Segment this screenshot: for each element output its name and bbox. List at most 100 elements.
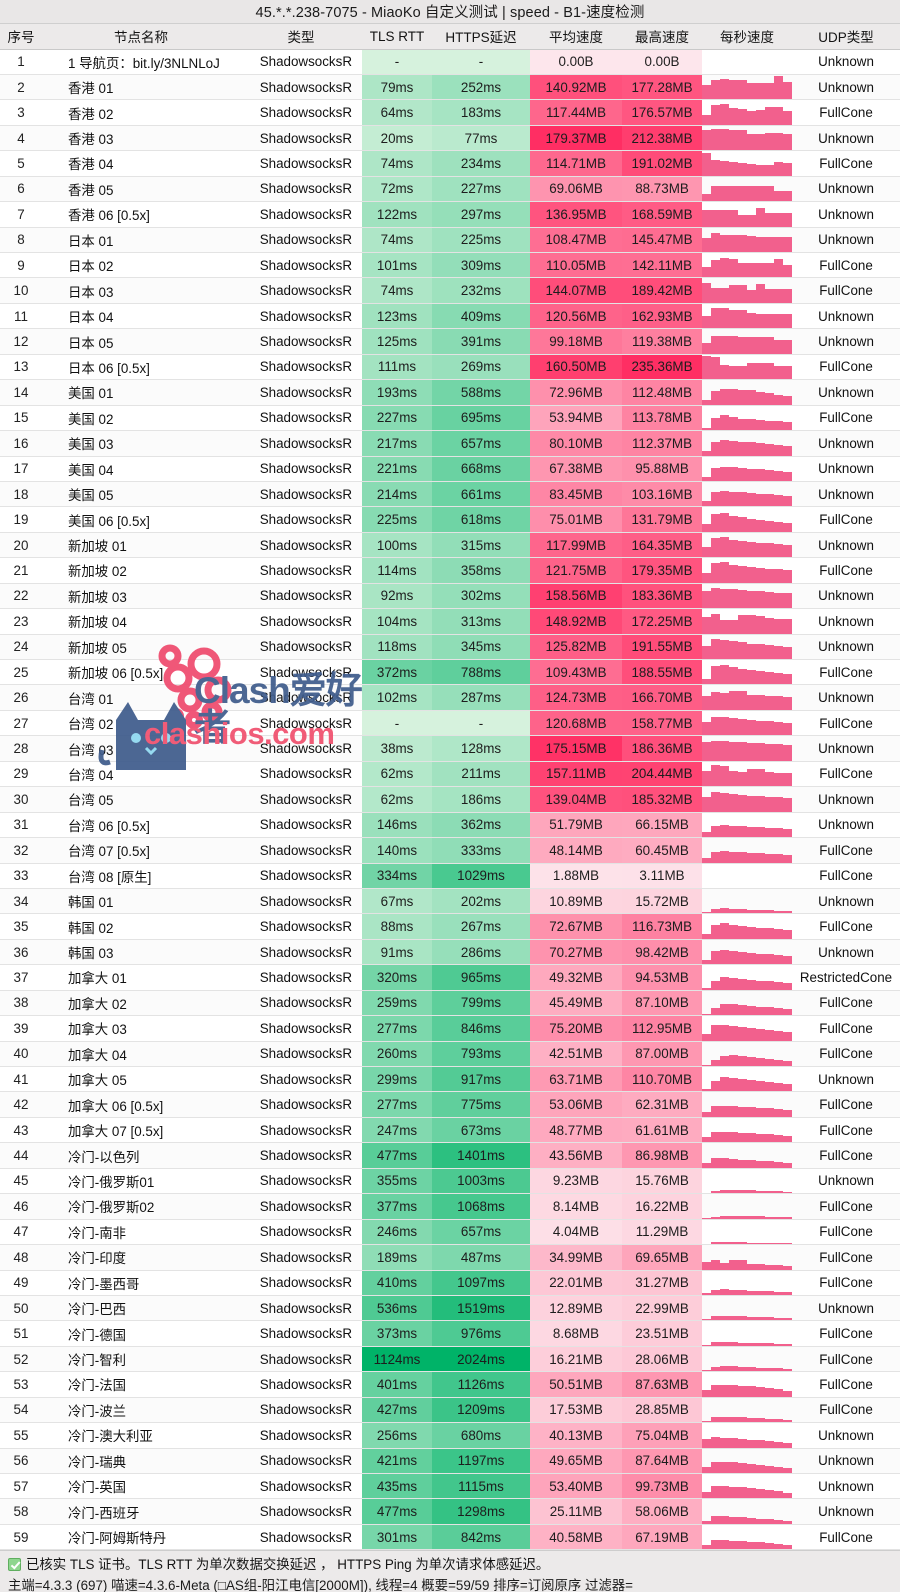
table-row[interactable]: 27 台湾 02 ShadowsocksR - -120.68MB 158.77MB Ful… (0, 710, 900, 737)
table-row[interactable]: 25 新加坡 06 [0.5x] ShadowsocksR 372ms 788ms 109… (0, 659, 900, 686)
table-row[interactable]: 8 日本 01 ShadowsocksR 74ms 225ms 108.47MB 145.4… (0, 227, 900, 254)
udp-type: FullCone (792, 1091, 900, 1118)
per-second-speed-sparkline (702, 328, 792, 355)
column-header-max[interactable]: 最高速度 (622, 24, 702, 50)
max-speed: 103.16MB (622, 481, 702, 508)
table-row[interactable]: 42 加拿大 06 [0.5x] ShadowsocksR 277ms 775ms 53.… (0, 1091, 900, 1118)
max-speed: 158.77MB (622, 710, 702, 737)
table-row[interactable]: 35 韩国 02 ShadowsocksR 88ms 267ms 72.67MB 116.7… (0, 913, 900, 940)
https-latency: 917ms (432, 1066, 530, 1093)
table-row[interactable]: 56 冷门-瑞典 ShadowsocksR 421ms 1197ms 49.65MB 87.… (0, 1448, 900, 1475)
table-row[interactable]: 30 台湾 05 ShadowsocksR 62ms 186ms 139.04MB 185.… (0, 786, 900, 813)
column-header-udp[interactable]: UDP类型 (792, 24, 900, 50)
column-header-type[interactable]: 类型 (240, 24, 362, 50)
table-row[interactable]: 20 新加坡 01 ShadowsocksR 100ms 315ms 117.99MB 16… (0, 532, 900, 559)
column-header-idx[interactable]: 序号 (0, 24, 42, 50)
table-row[interactable]: 16 美国 03 ShadowsocksR 217ms 657ms 80.10MB 112.… (0, 430, 900, 457)
table-row[interactable]: 33 台湾 08 [原生] ShadowsocksR 334ms 1029ms 1.88M… (0, 863, 900, 889)
table-row[interactable]: 34 韩国 01 ShadowsocksR 67ms 202ms 10.89MB 15.72… (0, 888, 900, 915)
column-header-https[interactable]: HTTPS延迟 (432, 24, 530, 50)
tls-rtt: 67ms (362, 888, 432, 915)
table-row[interactable]: 21 新加坡 02 ShadowsocksR 114ms 358ms 121.75MB 17… (0, 557, 900, 584)
table-row[interactable]: 32 台湾 07 [0.5x] ShadowsocksR 140ms 333ms 48.1… (0, 837, 900, 864)
table-row[interactable]: 26 台湾 01 ShadowsocksR 102ms 287ms 124.73MB 166… (0, 684, 900, 711)
table-row[interactable]: 40 加拿大 04 ShadowsocksR 260ms 793ms 42.51MB 87.… (0, 1041, 900, 1068)
avg-speed: 42.51MB (530, 1041, 622, 1068)
table-row[interactable]: 37 加拿大 01 ShadowsocksR 320ms 965ms 49.32MB 94.… (0, 964, 900, 991)
table-row[interactable]: 2 香港 01 ShadowsocksR 79ms 252ms 140.92MB 177.2… (0, 74, 900, 101)
tls-rtt: 92ms (362, 583, 432, 610)
node-type: ShadowsocksR (240, 1015, 362, 1042)
udp-type: Unknown (792, 1473, 900, 1500)
node-name: 美国 03 (42, 430, 240, 457)
table-row[interactable]: 49 冷门-墨西哥 ShadowsocksR 410ms 1097ms 22.01MB 31… (0, 1270, 900, 1296)
table-row[interactable]: 17 美国 04 ShadowsocksR 221ms 668ms 67.38MB 95.8… (0, 456, 900, 482)
table-row[interactable]: 11 日本 04 ShadowsocksR 123ms 409ms 120.56MB 162… (0, 303, 900, 330)
table-row[interactable]: 51 冷门-德国 ShadowsocksR 373ms 976ms 8.68MB 23.51… (0, 1320, 900, 1347)
table-row[interactable]: 22 新加坡 03 ShadowsocksR 92ms 302ms 158.56MB 183… (0, 583, 900, 610)
table-row[interactable]: 48 冷门-印度 ShadowsocksR 189ms 487ms 34.99MB 69.6… (0, 1244, 900, 1271)
table-row[interactable]: 4 香港 03 ShadowsocksR 20ms 77ms 179.37MB 212.38… (0, 125, 900, 152)
footer-meta-line: 主端=4.3.3 (697) 喵速=4.3.6-Meta (□AS组-阳江电信[… (8, 1578, 633, 1592)
table-row[interactable]: 5 香港 04 ShadowsocksR 74ms 234ms 114.71MB 191.0… (0, 150, 900, 177)
table-row[interactable]: 11 导航页：bit.ly/3NLNLoJ ShadowsocksR - -0.00B… (0, 49, 900, 75)
node-type: ShadowsocksR (240, 1041, 362, 1068)
table-row[interactable]: 43 加拿大 07 [0.5x] ShadowsocksR 247ms 673ms 48.… (0, 1117, 900, 1144)
column-header-spark[interactable]: 每秒速度 (702, 24, 792, 50)
max-speed: 164.35MB (622, 532, 702, 559)
column-header-avg[interactable]: 平均速度 (530, 24, 622, 50)
table-row[interactable]: 7 香港 06 [0.5x] ShadowsocksR 122ms 297ms 136.9… (0, 201, 900, 228)
avg-speed: 72.96MB (530, 379, 622, 406)
table-row[interactable]: 57 冷门-英国 ShadowsocksR 435ms 1115ms 53.40MB 99.… (0, 1473, 900, 1500)
avg-speed: 10.89MB (530, 888, 622, 915)
max-speed: 87.64MB (622, 1448, 702, 1475)
column-header-tls[interactable]: TLS RTT (362, 24, 432, 50)
table-row[interactable]: 10 日本 03 ShadowsocksR 74ms 232ms 144.07MB 189.… (0, 277, 900, 304)
row-index: 21 (0, 557, 42, 584)
udp-type: Unknown (792, 1448, 900, 1475)
table-row[interactable]: 47 冷门-南非 ShadowsocksR 246ms 657ms 4.04MB 11.29… (0, 1219, 900, 1246)
table-row[interactable]: 24 新加坡 05 ShadowsocksR 118ms 345ms 125.82MB 19… (0, 634, 900, 661)
table-row[interactable]: 6 香港 05 ShadowsocksR 72ms 227ms 69.06MB 88.73M… (0, 176, 900, 203)
table-row[interactable]: 28 台湾 03 ShadowsocksR 38ms 128ms 175.15MB 186.… (0, 735, 900, 762)
table-row[interactable]: 38 加拿大 02 ShadowsocksR 259ms 799ms 45.49MB 87.… (0, 990, 900, 1017)
table-row[interactable]: 13 日本 06 [0.5x] ShadowsocksR 111ms 269ms 160.… (0, 354, 900, 381)
row-index: 47 (0, 1219, 42, 1246)
table-row[interactable]: 9 日本 02 ShadowsocksR 101ms 309ms 110.05MB 142.… (0, 252, 900, 279)
avg-speed: 110.05MB (530, 252, 622, 279)
table-row[interactable]: 45 冷门-俄罗斯01 ShadowsocksR 355ms 1003ms 9.23MB 1… (0, 1168, 900, 1195)
table-row[interactable]: 15 美国 02 ShadowsocksR 227ms 695ms 53.94MB 113.… (0, 405, 900, 432)
table-row[interactable]: 29 台湾 04 ShadowsocksR 62ms 211ms 157.11MB 204.… (0, 761, 900, 788)
column-header-name[interactable]: 节点名称 (42, 24, 240, 50)
table-row[interactable]: 50 冷门-巴西 ShadowsocksR 536ms 1519ms 12.89MB 22.… (0, 1295, 900, 1322)
table-row[interactable]: 18 美国 05 ShadowsocksR 214ms 661ms 83.45MB 103.… (0, 481, 900, 508)
table-row[interactable]: 14 美国 01 ShadowsocksR 193ms 588ms 72.96MB 112.… (0, 379, 900, 406)
table-row[interactable]: 36 韩国 03 ShadowsocksR 91ms 286ms 70.27MB 98.42… (0, 939, 900, 966)
node-name: 台湾 02 (42, 710, 240, 737)
table-row[interactable]: 59 冷门-阿姆斯特丹 ShadowsocksR 301ms 842ms 40.58MB 6… (0, 1524, 900, 1551)
node-type: ShadowsocksR (240, 1066, 362, 1093)
tls-rtt: 91ms (362, 939, 432, 966)
table-row[interactable]: 3 香港 02 ShadowsocksR 64ms 183ms 117.44MB 176.5… (0, 99, 900, 126)
table-row[interactable]: 31 台湾 06 [0.5x] ShadowsocksR 146ms 362ms 51.7… (0, 812, 900, 839)
avg-speed: 50.51MB (530, 1371, 622, 1398)
row-index: 32 (0, 837, 42, 864)
table-row[interactable]: 23 新加坡 04 ShadowsocksR 104ms 313ms 148.92MB 17… (0, 608, 900, 635)
https-latency: 668ms (432, 456, 530, 482)
table-row[interactable]: 58 冷门-西班牙 ShadowsocksR 477ms 1298ms 25.11MB 58… (0, 1498, 900, 1525)
node-name: 冷门-德国 (42, 1320, 240, 1347)
table-row[interactable]: 39 加拿大 03 ShadowsocksR 277ms 846ms 75.20MB 112… (0, 1015, 900, 1042)
table-row[interactable]: 53 冷门-法国 ShadowsocksR 401ms 1126ms 50.51MB 87.… (0, 1371, 900, 1398)
max-speed: 119.38MB (622, 328, 702, 355)
table-row[interactable]: 41 加拿大 05 ShadowsocksR 299ms 917ms 63.71MB 110… (0, 1066, 900, 1093)
table-row[interactable]: 46 冷门-俄罗斯02 ShadowsocksR 377ms 1068ms 8.14MB 1… (0, 1193, 900, 1220)
table-row[interactable]: 55 冷门-澳大利亚 ShadowsocksR 256ms 680ms 40.13MB 75… (0, 1422, 900, 1449)
table-row[interactable]: 12 日本 05 ShadowsocksR 125ms 391ms 99.18MB 119.… (0, 328, 900, 355)
https-latency: 788ms (432, 659, 530, 686)
max-speed: 112.48MB (622, 379, 702, 406)
table-row[interactable]: 54 冷门-波兰 ShadowsocksR 427ms 1209ms 17.53MB 28.… (0, 1397, 900, 1424)
table-row[interactable]: 52 冷门-智利 ShadowsocksR 1124ms 2024ms 16.21MB 28… (0, 1346, 900, 1373)
table-row[interactable]: 19 美国 06 [0.5x] ShadowsocksR 225ms 618ms 75.0… (0, 506, 900, 533)
row-index: 50 (0, 1295, 42, 1322)
table-row[interactable]: 44 冷门-以色列 ShadowsocksR 477ms 1401ms 43.56MB 86… (0, 1142, 900, 1169)
